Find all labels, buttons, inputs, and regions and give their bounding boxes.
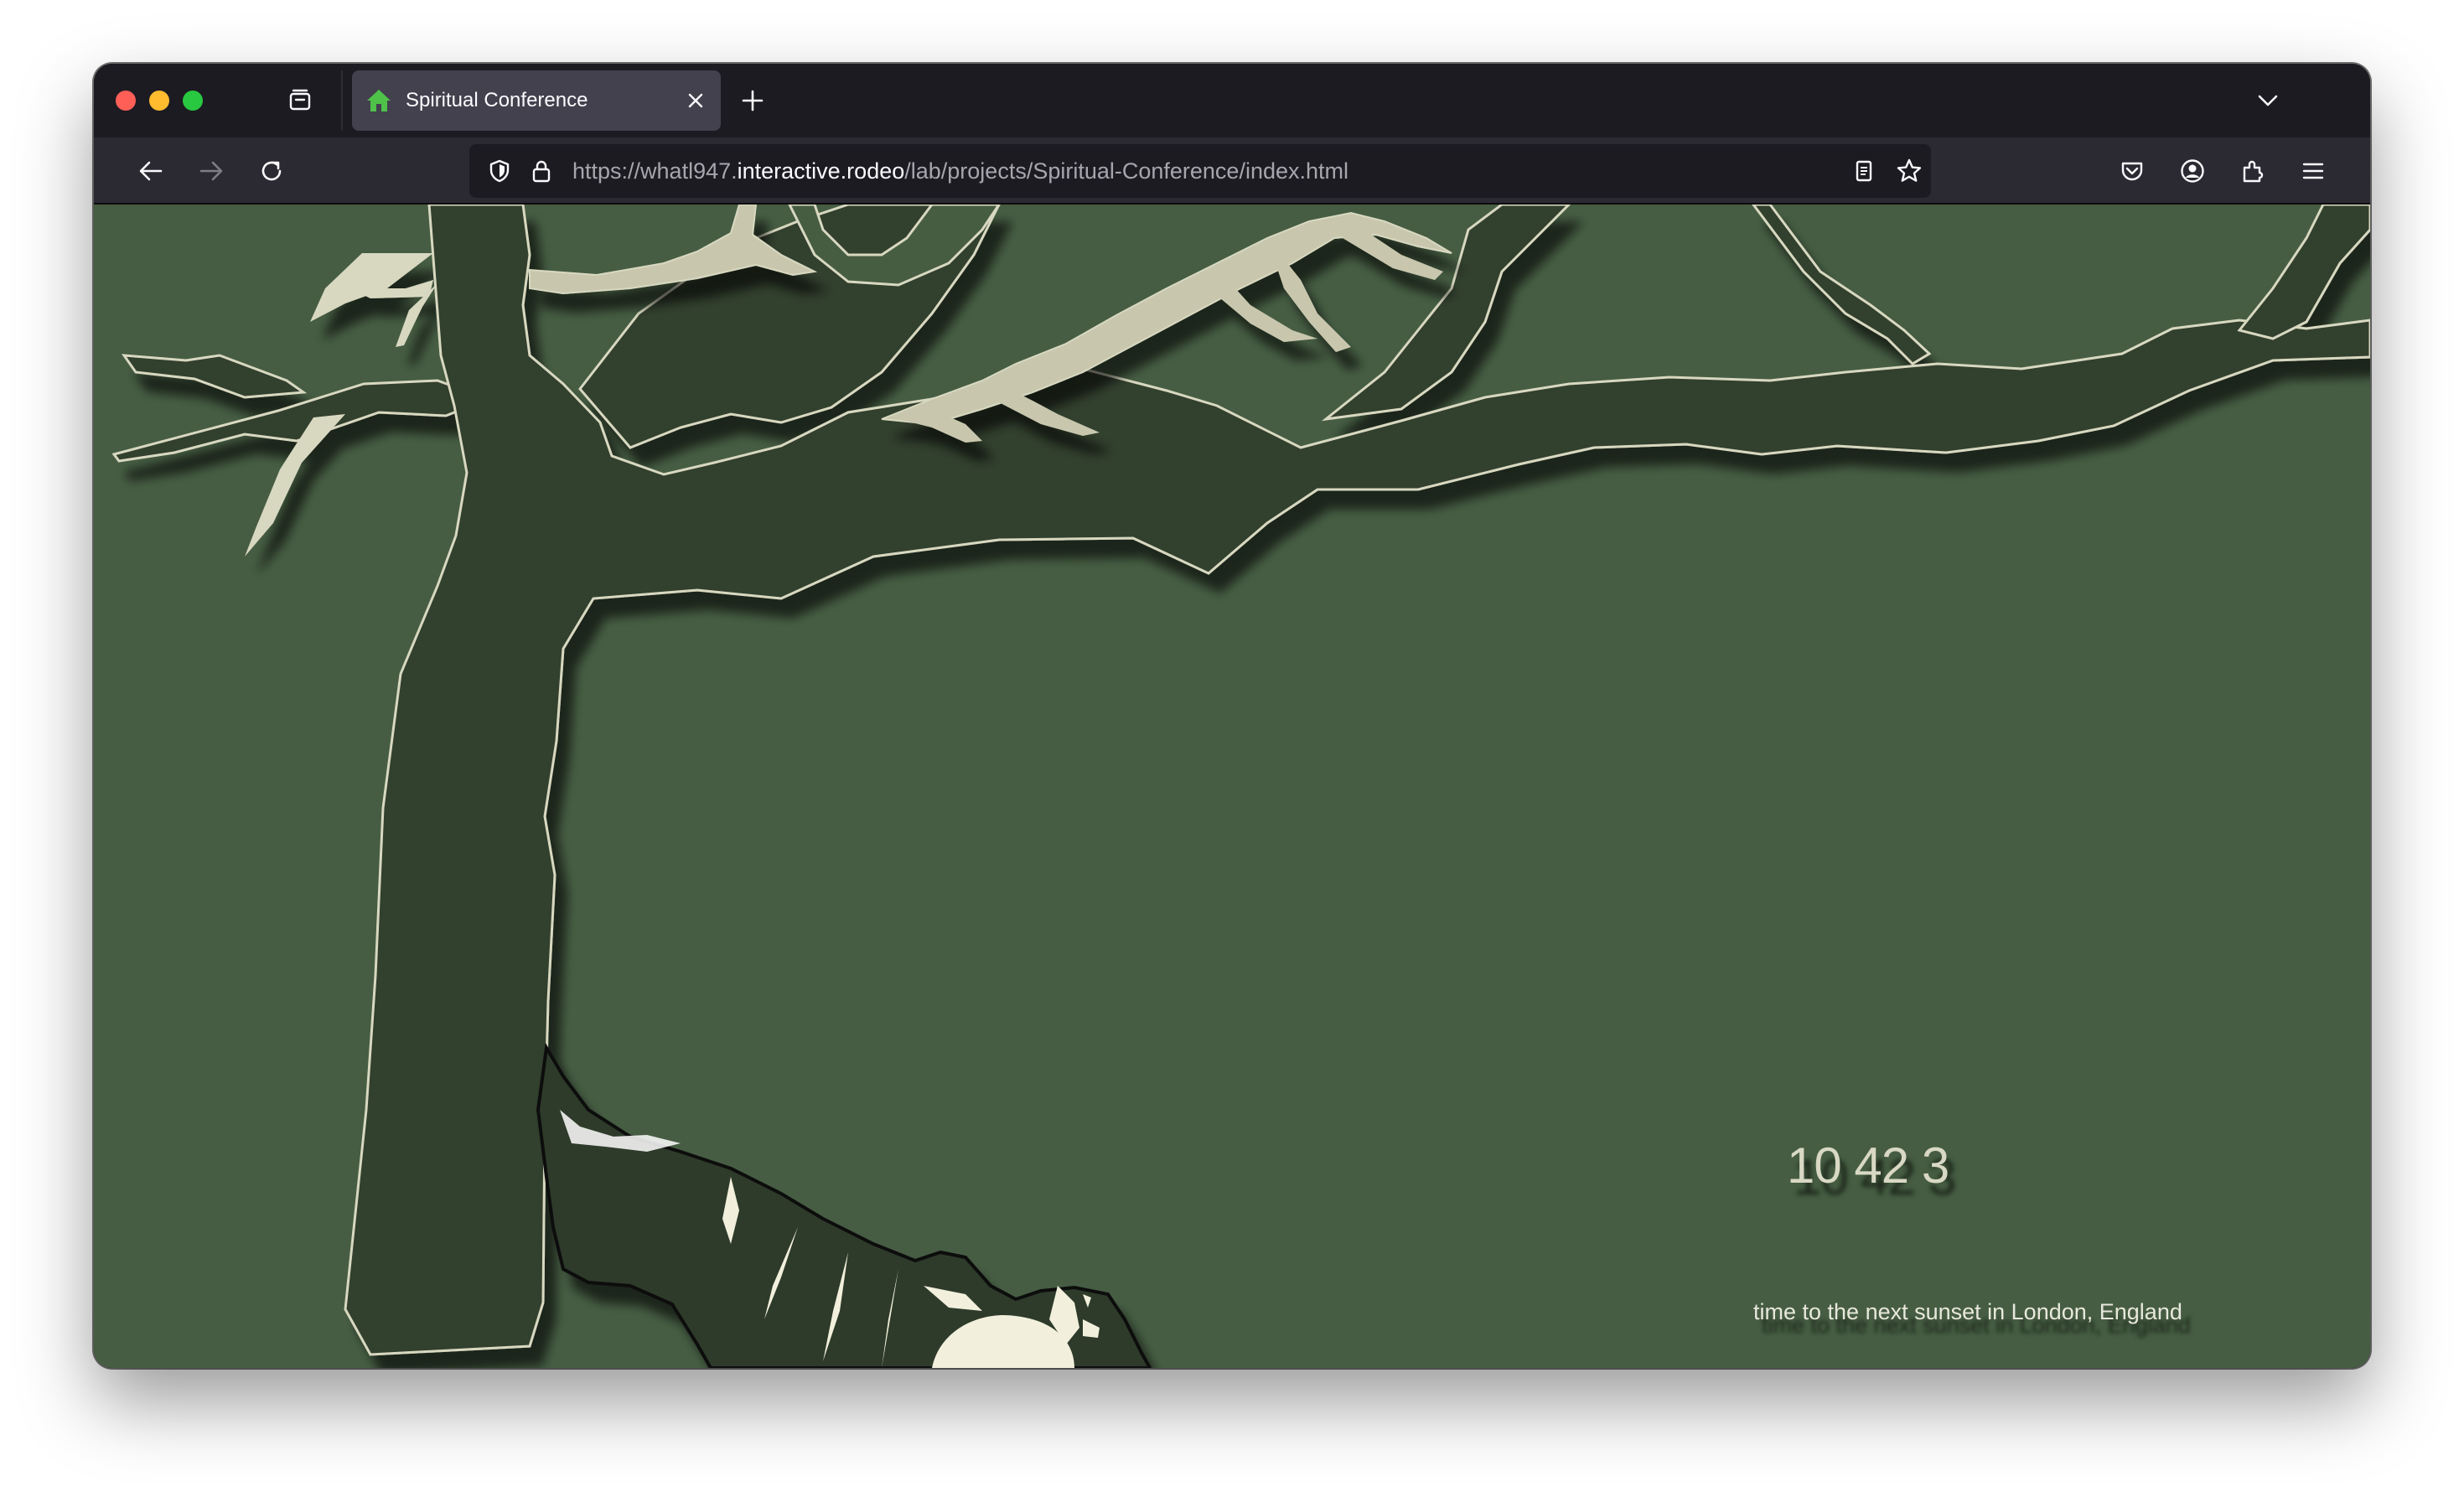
tab-spiritual-conference[interactable]: Spiritual Conference bbox=[352, 70, 721, 131]
forward-arrow-icon[interactable] bbox=[194, 154, 228, 188]
star-icon[interactable] bbox=[1896, 158, 1923, 184]
sunset-caption: time to the next sunset in London, Engla… bbox=[1753, 1299, 2182, 1324]
reload-icon[interactable] bbox=[255, 154, 288, 188]
shield-icon[interactable] bbox=[486, 158, 513, 184]
chevron-down-icon[interactable] bbox=[2253, 85, 2283, 116]
sunset-countdown: 10 42 3 bbox=[1787, 1137, 1949, 1194]
close-window-button[interactable] bbox=[116, 91, 136, 111]
tab-strip-divider bbox=[341, 70, 343, 131]
left-branch-twigs bbox=[111, 253, 492, 557]
url-path: /lab/projects/Spiritual-Conference/index… bbox=[904, 158, 1349, 184]
zoom-window-button[interactable] bbox=[183, 91, 203, 111]
browser-window: Spiritual Conference https://whatl947.in… bbox=[94, 64, 2370, 1368]
lock-icon[interactable] bbox=[528, 158, 555, 184]
hamburger-menu-icon[interactable] bbox=[2296, 154, 2330, 188]
minimize-window-button[interactable] bbox=[149, 91, 169, 111]
navigation-toolbar: https://whatl947.interactive.rodeo/lab/p… bbox=[94, 137, 2370, 205]
url-bar[interactable]: https://whatl947.interactive.rodeo/lab/p… bbox=[469, 144, 1931, 198]
extensions-icon[interactable] bbox=[2236, 154, 2270, 188]
plus-icon[interactable] bbox=[738, 85, 768, 116]
figure-illustration bbox=[536, 1043, 1152, 1368]
account-icon[interactable] bbox=[2176, 154, 2209, 188]
url-prefix: https://whatl947. bbox=[572, 158, 738, 184]
tab-strip: Spiritual Conference bbox=[94, 64, 2370, 137]
url-host: interactive.rodeo bbox=[737, 158, 905, 184]
tree-illustration bbox=[111, 205, 2370, 1368]
home-icon bbox=[365, 87, 392, 114]
page-content: 10 42 3 time to the next sunset in Londo… bbox=[94, 205, 2370, 1368]
back-arrow-icon[interactable] bbox=[134, 154, 168, 188]
tab-overview-icon[interactable] bbox=[285, 85, 315, 116]
pocket-icon[interactable] bbox=[2115, 154, 2149, 188]
reader-view-icon[interactable] bbox=[1851, 158, 1877, 184]
tab-title: Spiritual Conference bbox=[406, 89, 588, 111]
close-icon[interactable] bbox=[682, 87, 709, 114]
url-text[interactable]: https://whatl947.interactive.rodeo/lab/p… bbox=[572, 144, 1348, 198]
